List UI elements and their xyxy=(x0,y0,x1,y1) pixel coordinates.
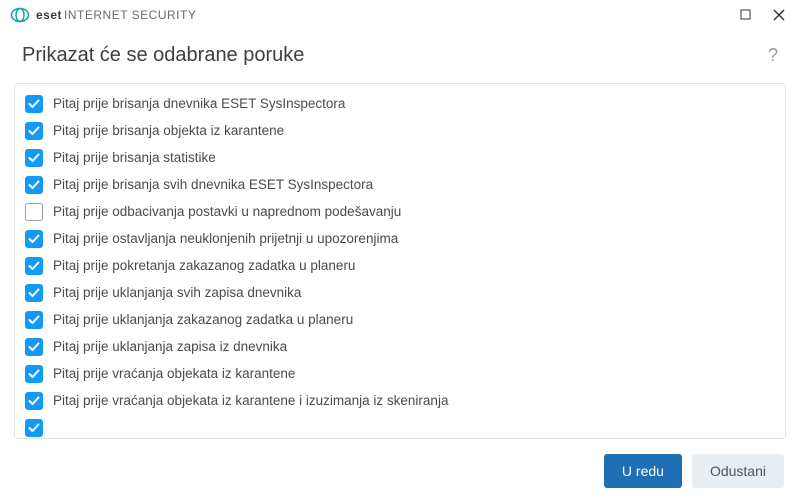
option-row: Pitaj prije vraćanja objekata iz karante… xyxy=(23,387,771,414)
option-row xyxy=(23,414,771,438)
option-label: Pitaj prije brisanja objekta iz karanten… xyxy=(53,123,284,138)
option-checkbox[interactable] xyxy=(25,284,43,302)
options-panel: Pitaj prije brisanja dnevnika ESET SysIn… xyxy=(14,83,786,439)
option-label: Pitaj prije brisanja svih dnevnika ESET … xyxy=(53,177,373,192)
option-row: Pitaj prije brisanja objekta iz karanten… xyxy=(23,117,771,144)
option-row: Pitaj prije brisanja dnevnika ESET SysIn… xyxy=(23,90,771,117)
cancel-button[interactable]: Odustani xyxy=(692,454,784,488)
option-row: Pitaj prije ostavljanja neuklonjenih pri… xyxy=(23,225,771,252)
option-checkbox[interactable] xyxy=(25,95,43,113)
option-label: Pitaj prije pokretanja zakazanog zadatka… xyxy=(53,258,355,273)
option-label: Pitaj prije brisanja statistike xyxy=(53,150,216,165)
help-button[interactable]: ? xyxy=(768,45,778,66)
option-row: Pitaj prije uklanjanja svih zapisa dnevn… xyxy=(23,279,771,306)
option-checkbox[interactable] xyxy=(25,311,43,329)
titlebar: esetINTERNET SECURITY xyxy=(0,0,800,30)
brand-light: INTERNET SECURITY xyxy=(64,8,196,22)
close-icon xyxy=(773,9,785,21)
maximize-icon xyxy=(740,9,751,20)
option-checkbox[interactable] xyxy=(25,257,43,275)
option-row: Pitaj prije pokretanja zakazanog zadatka… xyxy=(23,252,771,279)
option-label: Pitaj prije odbacivanja postavki u napre… xyxy=(53,204,401,219)
option-checkbox[interactable] xyxy=(25,230,43,248)
brand-bold: eset xyxy=(36,8,62,22)
brand-text: esetINTERNET SECURITY xyxy=(36,8,196,22)
option-row: Pitaj prije vraćanja objekata iz karante… xyxy=(23,360,771,387)
ok-button[interactable]: U redu xyxy=(604,454,682,488)
option-row: Pitaj prije brisanja statistike xyxy=(23,144,771,171)
option-label: Pitaj prije ostavljanja neuklonjenih pri… xyxy=(53,231,398,246)
option-label: Pitaj prije vraćanja objekata iz karante… xyxy=(53,366,295,381)
option-row: Pitaj prije uklanjanja zakazanog zadatka… xyxy=(23,306,771,333)
maximize-button[interactable] xyxy=(730,3,760,27)
option-checkbox[interactable] xyxy=(25,365,43,383)
option-checkbox[interactable] xyxy=(25,338,43,356)
window-controls xyxy=(730,3,794,27)
option-checkbox[interactable] xyxy=(25,392,43,410)
option-checkbox[interactable] xyxy=(25,122,43,140)
page-title: Prikazat će se odabrane poruke xyxy=(22,44,304,67)
option-row: Pitaj prije uklanjanja zapisa iz dnevnik… xyxy=(23,333,771,360)
option-label: Pitaj prije uklanjanja zapisa iz dnevnik… xyxy=(53,339,287,354)
option-checkbox[interactable] xyxy=(25,176,43,194)
eset-logo-icon xyxy=(10,5,30,25)
option-row: Pitaj prije odbacivanja postavki u napre… xyxy=(23,198,771,225)
close-button[interactable] xyxy=(764,3,794,27)
option-label: Pitaj prije vraćanja objekata iz karante… xyxy=(53,393,448,408)
options-list[interactable]: Pitaj prije brisanja dnevnika ESET SysIn… xyxy=(15,84,785,438)
option-checkbox[interactable] xyxy=(25,149,43,167)
option-label: Pitaj prije brisanja dnevnika ESET SysIn… xyxy=(53,96,345,111)
dialog-footer: U redu Odustani xyxy=(0,442,800,500)
option-checkbox[interactable] xyxy=(25,203,43,221)
option-label: Pitaj prije uklanjanja svih zapisa dnevn… xyxy=(53,285,301,300)
option-label: Pitaj prije uklanjanja zakazanog zadatka… xyxy=(53,312,353,327)
dialog-header: Prikazat će se odabrane poruke ? xyxy=(0,30,800,75)
brand-logo: esetINTERNET SECURITY xyxy=(10,5,196,25)
option-row: Pitaj prije brisanja svih dnevnika ESET … xyxy=(23,171,771,198)
option-checkbox[interactable] xyxy=(25,419,43,437)
